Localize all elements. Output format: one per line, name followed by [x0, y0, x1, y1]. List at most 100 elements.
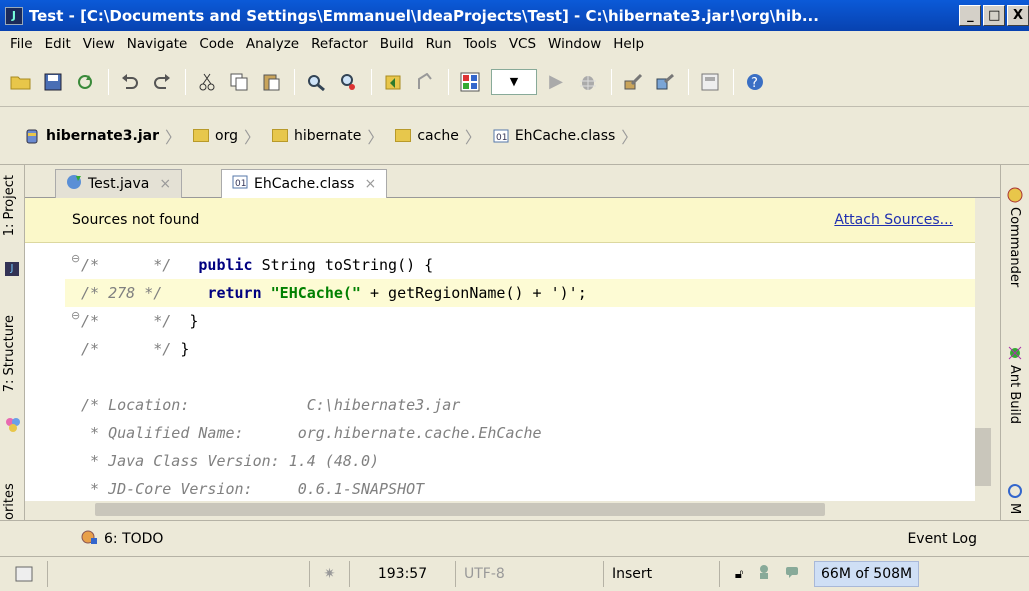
- code-line: * JD-Core Version: 0.6.1-SNAPSHOT: [81, 480, 425, 498]
- forward-icon[interactable]: [410, 67, 440, 97]
- maximize-button[interactable]: □: [983, 5, 1006, 26]
- tool-tab-label: 7: Structure: [2, 315, 17, 393]
- menu-edit[interactable]: Edit: [39, 36, 77, 52]
- tool-tab-project[interactable]: 1: Project: [2, 175, 17, 236]
- help-icon[interactable]: ?: [740, 67, 770, 97]
- tool-tab-commander[interactable]: Commander: [1007, 207, 1022, 287]
- horizontal-scrollbar[interactable]: [25, 501, 975, 520]
- chevron-down-icon: ▼: [509, 75, 519, 88]
- lock-icon[interactable]: 🔓︎: [735, 567, 743, 582]
- scroll-thumb[interactable]: [975, 428, 991, 486]
- jar-icon: [24, 129, 40, 143]
- paste-icon[interactable]: [256, 67, 286, 97]
- string-literal: "EHCache(": [270, 284, 361, 302]
- event-log-icon[interactable]: [785, 566, 799, 582]
- make-project-icon[interactable]: [455, 67, 485, 97]
- menu-navigate[interactable]: Navigate: [121, 36, 194, 52]
- find-icon[interactable]: [301, 67, 331, 97]
- save-all-icon[interactable]: [38, 67, 68, 97]
- insert-mode[interactable]: Insert: [604, 561, 720, 587]
- close-button[interactable]: X: [1007, 5, 1029, 26]
- debug-icon[interactable]: [573, 67, 603, 97]
- menu-file[interactable]: File: [4, 36, 39, 52]
- tab-test-java[interactable]: Test.java ×: [55, 169, 183, 198]
- memory-indicator[interactable]: 66M of 508M: [814, 561, 920, 587]
- menu-code[interactable]: Code: [193, 36, 240, 52]
- run-config-dropdown[interactable]: ▼: [491, 68, 537, 95]
- tool-tab-structure[interactable]: 7: Structure: [2, 315, 17, 392]
- back-icon[interactable]: [378, 67, 408, 97]
- tool-tab-label: orites: [2, 483, 17, 520]
- class-file-icon: 01: [493, 129, 509, 143]
- menu-analyze[interactable]: Analyze: [240, 36, 305, 52]
- menu-run[interactable]: Run: [420, 36, 458, 52]
- menu-view[interactable]: View: [77, 36, 121, 52]
- line-comment: /* */: [81, 256, 172, 274]
- banner-message: Sources not found: [72, 212, 200, 228]
- breadcrumb-jar[interactable]: hibernate3.jar 〉: [20, 121, 189, 151]
- breadcrumb-org[interactable]: org 〉: [189, 121, 268, 151]
- cut-icon[interactable]: [192, 67, 222, 97]
- tab-label: Test.java: [88, 176, 150, 192]
- redo-icon[interactable]: [147, 67, 177, 97]
- template-icon[interactable]: [695, 67, 725, 97]
- settings-icon[interactable]: [618, 67, 648, 97]
- status-bar: ✷ 193:57 UTF-8 Insert 🔓︎ 66M of 508M: [0, 556, 1029, 591]
- code-editor[interactable]: ⊖ ⊖ /* */ public String toString() { /* …: [25, 243, 975, 501]
- menu-refactor[interactable]: Refactor: [305, 36, 374, 52]
- sources-not-found-banner: Sources not found Attach Sources...: [25, 198, 975, 243]
- undo-icon[interactable]: [115, 67, 145, 97]
- close-icon[interactable]: ×: [364, 176, 376, 192]
- toolbar-separator: [611, 68, 612, 95]
- code-line: /* */ }: [65, 307, 975, 335]
- event-log-button[interactable]: Event Log: [907, 531, 977, 547]
- breadcrumb-class[interactable]: 01 EhCache.class 〉: [489, 121, 645, 151]
- tab-ehcache-class[interactable]: 01 EhCache.class ×: [221, 169, 388, 198]
- project-structure-icon[interactable]: [650, 67, 680, 97]
- menu-window[interactable]: Window: [542, 36, 607, 52]
- menu-vcs[interactable]: VCS: [503, 36, 542, 52]
- svg-text:01: 01: [496, 133, 507, 143]
- intellij-app-icon[interactable]: J: [5, 6, 23, 25]
- chevron-right-icon: 〉: [367, 127, 384, 147]
- menu-build[interactable]: Build: [374, 36, 420, 52]
- tool-tab-ant-build[interactable]: Ant Build: [1007, 365, 1022, 424]
- tool-tab-label: Commander: [1007, 207, 1022, 288]
- scroll-thumb[interactable]: [95, 503, 825, 516]
- inspector-icon[interactable]: [757, 564, 771, 584]
- todo-tool-button[interactable]: 6: TODO: [80, 529, 163, 549]
- vertical-scrollbar[interactable]: [975, 198, 1000, 520]
- background-tasks-icon[interactable]: ✷: [310, 561, 350, 587]
- code-line: /* */ }: [65, 335, 975, 363]
- code-text: String toString() {: [252, 256, 434, 274]
- tab-label: EhCache.class: [254, 176, 355, 192]
- ide-window: J Test - [C:\Documents and Settings\Emma…: [0, 0, 1029, 591]
- attach-sources-link[interactable]: Attach Sources...: [834, 212, 953, 228]
- file-encoding[interactable]: UTF-8: [456, 561, 604, 587]
- folder-icon: [272, 129, 288, 143]
- replace-icon[interactable]: [333, 67, 363, 97]
- breadcrumb-cache[interactable]: cache 〉: [391, 121, 488, 151]
- synchronize-icon[interactable]: [70, 67, 100, 97]
- menu-tools[interactable]: Tools: [458, 36, 503, 52]
- tool-window-bar: 6: TODO Event Log: [0, 520, 1029, 556]
- toggle-tool-windows-icon[interactable]: [0, 561, 48, 587]
- project-icon: J: [5, 262, 19, 276]
- commander-icon: [1007, 187, 1023, 207]
- breadcrumb: hibernate3.jar 〉 org 〉 hibernate 〉 cache…: [0, 107, 1029, 165]
- keyword: public: [198, 256, 253, 274]
- menu-help[interactable]: Help: [607, 36, 650, 52]
- open-folder-icon[interactable]: [6, 67, 36, 97]
- chevron-right-icon: 〉: [464, 127, 481, 147]
- run-icon[interactable]: ▶: [541, 67, 571, 97]
- copy-icon[interactable]: [224, 67, 254, 97]
- caret-position[interactable]: 193:57: [350, 561, 456, 587]
- todo-icon: [80, 529, 98, 549]
- editor-gutter: ⊖ ⊖: [25, 243, 80, 501]
- breadcrumb-hibernate[interactable]: hibernate 〉: [268, 121, 391, 151]
- tool-tab-maven[interactable]: M: [1007, 503, 1022, 520]
- breadcrumb-label: org: [215, 127, 238, 144]
- tool-tab-favorites[interactable]: orites: [2, 465, 17, 520]
- close-icon[interactable]: ×: [159, 176, 171, 192]
- minimize-button[interactable]: _: [959, 5, 982, 26]
